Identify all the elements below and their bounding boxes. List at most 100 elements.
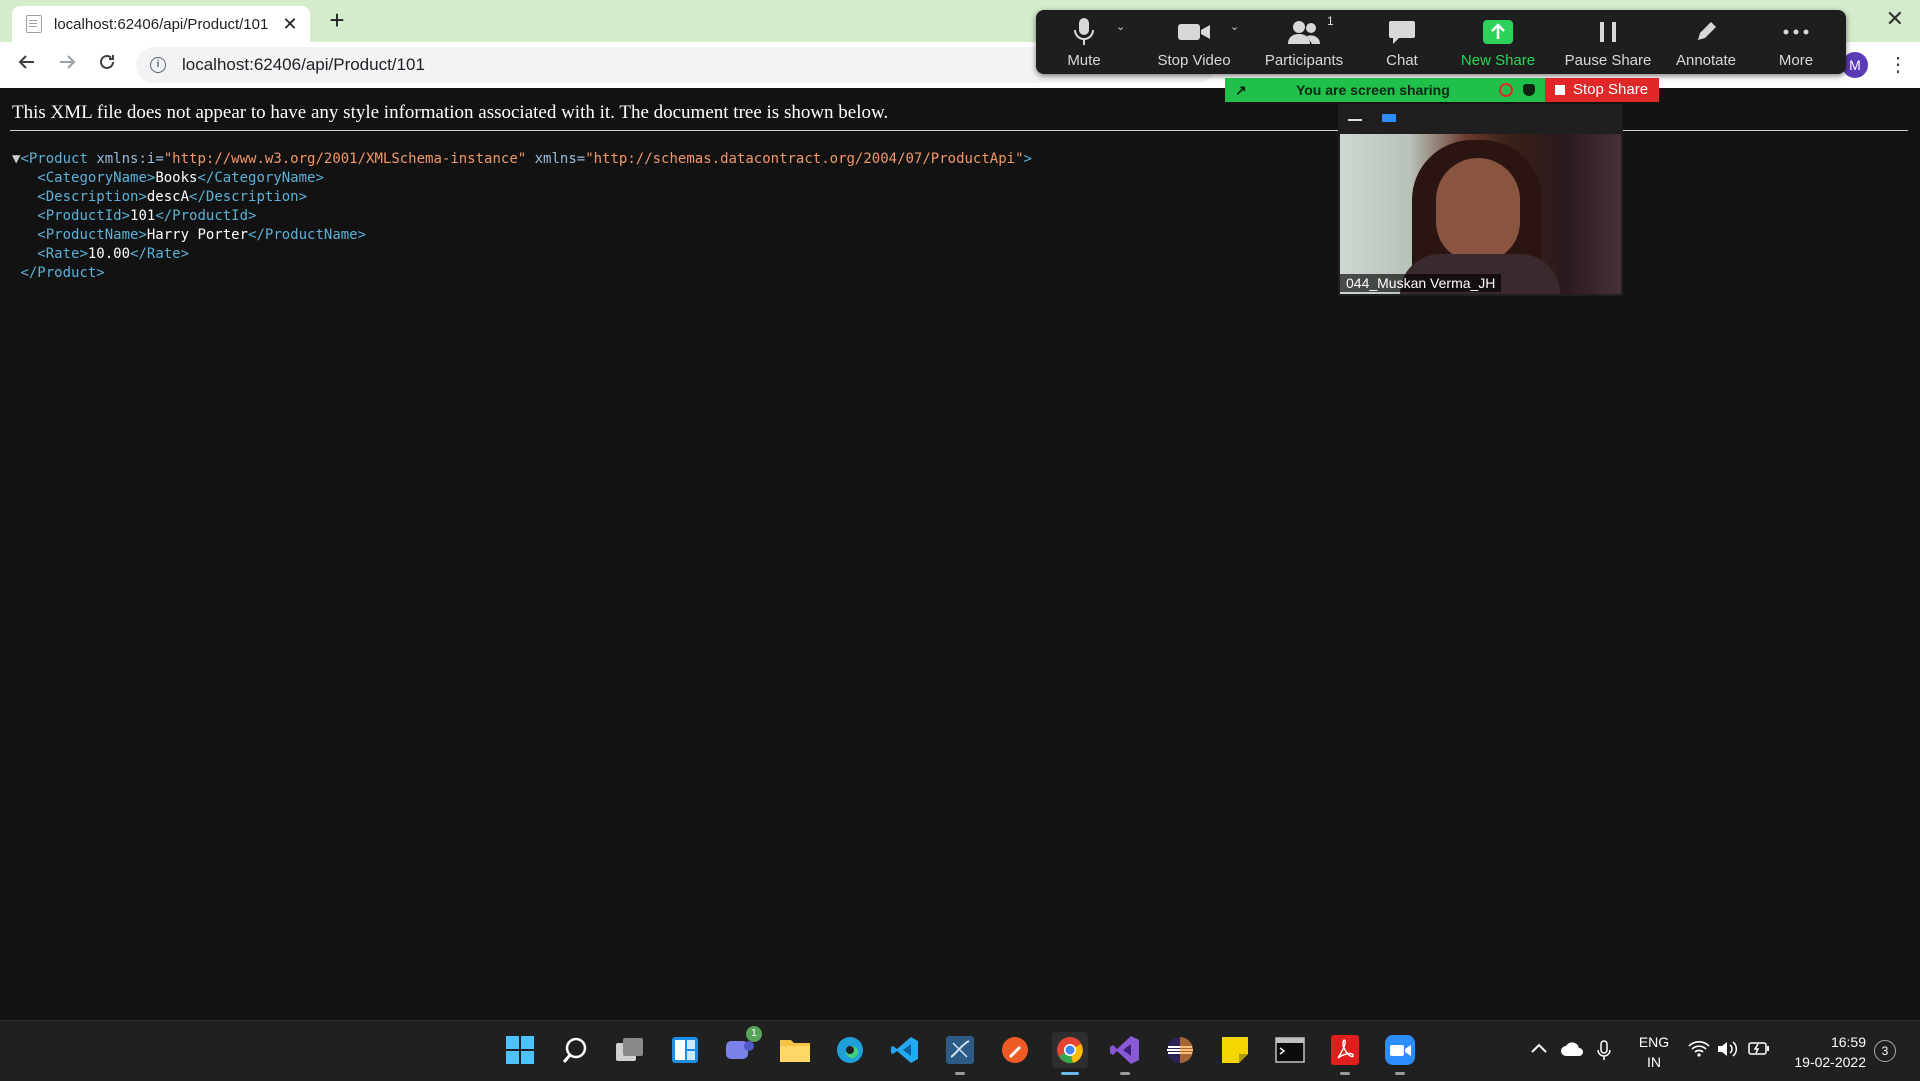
screen-sharing-text: You are screen sharing xyxy=(1295,82,1450,98)
xml-open-tag: <ProductId> xyxy=(37,208,131,224)
xml-value: 10.00 xyxy=(87,246,131,262)
sticky-notes-icon[interactable] xyxy=(1217,1032,1253,1068)
pause-icon xyxy=(1548,16,1668,48)
ellipsis-icon xyxy=(1748,16,1844,48)
edge-icon[interactable] xyxy=(832,1032,868,1068)
participant-video-panel[interactable]: 044_Muskan Verma_JH xyxy=(1338,104,1623,296)
pause-share-button[interactable]: Pause Share xyxy=(1548,16,1668,69)
clock-time: 16:59 xyxy=(1830,1034,1866,1050)
document-favicon-icon xyxy=(26,15,42,33)
xml-close-tag: </CategoryName> xyxy=(197,170,324,186)
browser-menu-icon[interactable]: ⋮ xyxy=(1888,52,1908,78)
xml-close-tag: </Description> xyxy=(189,189,308,205)
url-text: localhost:62406/api/Product/101 xyxy=(182,55,425,74)
site-info-icon[interactable]: i xyxy=(150,57,166,73)
chrome-icon[interactable] xyxy=(1052,1032,1088,1075)
participant-name-label: 044_Muskan Verma_JH xyxy=(1340,274,1502,292)
participants-button[interactable]: Participants xyxy=(1256,16,1352,69)
stop-video-label: Stop Video xyxy=(1157,52,1231,69)
microphone-tray-icon[interactable] xyxy=(1596,1040,1612,1067)
wifi-icon[interactable] xyxy=(1688,1040,1710,1063)
chat-icon xyxy=(1354,16,1450,48)
running-indicator xyxy=(1120,1072,1130,1075)
new-tab-button[interactable]: + xyxy=(322,6,352,36)
clock-date: 19-02-2022 xyxy=(1794,1054,1866,1070)
new-share-button[interactable]: New Share xyxy=(1450,16,1546,69)
notification-center-badge[interactable]: 3 xyxy=(1874,1040,1896,1062)
new-share-label: New Share xyxy=(1460,52,1536,69)
running-indicator xyxy=(1061,1072,1079,1075)
zoom-meeting-toolbar: Mute ⌄ Stop Video ⌄ Participants 1 Chat … xyxy=(1036,10,1846,74)
tab-title: localhost:62406/api/Product/101 xyxy=(54,15,269,33)
participant-video-feed xyxy=(1340,134,1621,294)
camera-icon xyxy=(1146,16,1242,48)
chat-button[interactable]: Chat xyxy=(1354,16,1450,69)
tab-close-icon[interactable]: ✕ xyxy=(280,14,300,35)
running-indicator xyxy=(1395,1072,1405,1075)
video-layout-icon[interactable] xyxy=(1382,114,1396,122)
acrobat-icon[interactable] xyxy=(1327,1032,1363,1075)
task-view-icon[interactable] xyxy=(612,1032,648,1068)
xml-close-tag: </Rate> xyxy=(130,246,190,262)
xml-value: Harry Porter xyxy=(146,227,249,243)
annotate-button[interactable]: Annotate xyxy=(1658,16,1754,69)
xml-element-line: <CategoryName>Books</CategoryName> xyxy=(12,169,1032,188)
xml-open-tag: <Description> xyxy=(37,189,147,205)
pause-share-label: Pause Share xyxy=(1564,52,1652,69)
xml-root-open-line: ▼<Product xmlns:i="http://www.w3.org/200… xyxy=(12,151,1032,167)
stop-share-button[interactable]: Stop Share xyxy=(1545,78,1659,102)
input-language-indicator[interactable]: ENG IN xyxy=(1636,1032,1672,1072)
xml-element-line: <ProductName>Harry Porter</ProductName> xyxy=(12,226,1032,245)
volume-icon[interactable] xyxy=(1716,1040,1738,1063)
chat-label: Chat xyxy=(1386,52,1418,69)
back-icon[interactable] xyxy=(12,50,42,80)
screen-sharing-banner[interactable]: ↗ You are screen sharing xyxy=(1225,78,1545,102)
xml-attr-value: "http://schemas.datacontract.org/2004/07… xyxy=(585,151,1024,167)
drag-handle-icon[interactable]: ↗ xyxy=(1235,82,1247,99)
battery-charging-icon[interactable] xyxy=(1748,1040,1770,1061)
chevron-up-icon[interactable] xyxy=(1530,1040,1548,1063)
stop-share-label: Stop Share xyxy=(1573,81,1649,98)
postman-icon[interactable] xyxy=(997,1032,1033,1068)
teams-chat-icon[interactable]: 1 xyxy=(722,1026,762,1068)
browser-tab[interactable]: localhost:62406/api/Product/101 ✕ xyxy=(12,6,310,42)
onedrive-cloud-icon[interactable] xyxy=(1560,1040,1584,1063)
zoom-icon[interactable] xyxy=(1382,1032,1418,1075)
search-icon[interactable] xyxy=(557,1032,593,1068)
participants-icon xyxy=(1256,16,1352,48)
xml-open-tag: <CategoryName> xyxy=(37,170,156,186)
running-indicator xyxy=(1340,1072,1350,1075)
xml-root-close-line: </Product> xyxy=(12,264,1032,283)
xml-root-tag: <Product xyxy=(20,151,88,167)
window-close-button[interactable]: ✕ xyxy=(1886,6,1904,32)
annotate-label: Annotate xyxy=(1675,52,1737,69)
xml-root-close-tag: </Product> xyxy=(20,265,105,281)
xml-attr-name: xmlns:i= xyxy=(96,151,164,167)
xml-close-tag: </ProductName> xyxy=(248,227,367,243)
running-indicator xyxy=(955,1072,965,1075)
terminal-icon[interactable] xyxy=(1272,1032,1308,1068)
xml-element-line: <ProductId>101</ProductId> xyxy=(12,207,1032,226)
more-button[interactable]: More xyxy=(1748,16,1844,69)
windows-start-icon[interactable] xyxy=(502,1032,538,1068)
reload-icon[interactable] xyxy=(92,50,122,80)
stop-video-button[interactable]: Stop Video xyxy=(1146,16,1242,69)
xml-value: 101 xyxy=(130,208,156,224)
chevron-down-icon[interactable]: ⌄ xyxy=(1230,20,1239,33)
eclipse-icon[interactable] xyxy=(1162,1032,1198,1068)
xml-element-line: <Description>descA</Description> xyxy=(12,188,1032,207)
widgets-icon[interactable] xyxy=(667,1032,703,1068)
chevron-down-icon[interactable]: ⌄ xyxy=(1116,20,1125,33)
sql-server-icon[interactable] xyxy=(942,1032,978,1075)
video-face xyxy=(1436,158,1520,262)
share-arrow-icon xyxy=(1450,16,1546,48)
participants-label: Participants xyxy=(1264,52,1344,69)
language-code: ENG xyxy=(1638,1034,1670,1050)
xml-value: Books xyxy=(155,170,198,186)
vscode-icon[interactable] xyxy=(887,1032,923,1068)
file-explorer-icon[interactable] xyxy=(777,1032,813,1068)
minimize-icon[interactable] xyxy=(1348,119,1362,121)
forward-icon[interactable] xyxy=(52,50,82,80)
system-clock[interactable]: 16:59 19-02-2022 xyxy=(1782,1032,1866,1072)
visual-studio-icon[interactable] xyxy=(1107,1032,1143,1075)
